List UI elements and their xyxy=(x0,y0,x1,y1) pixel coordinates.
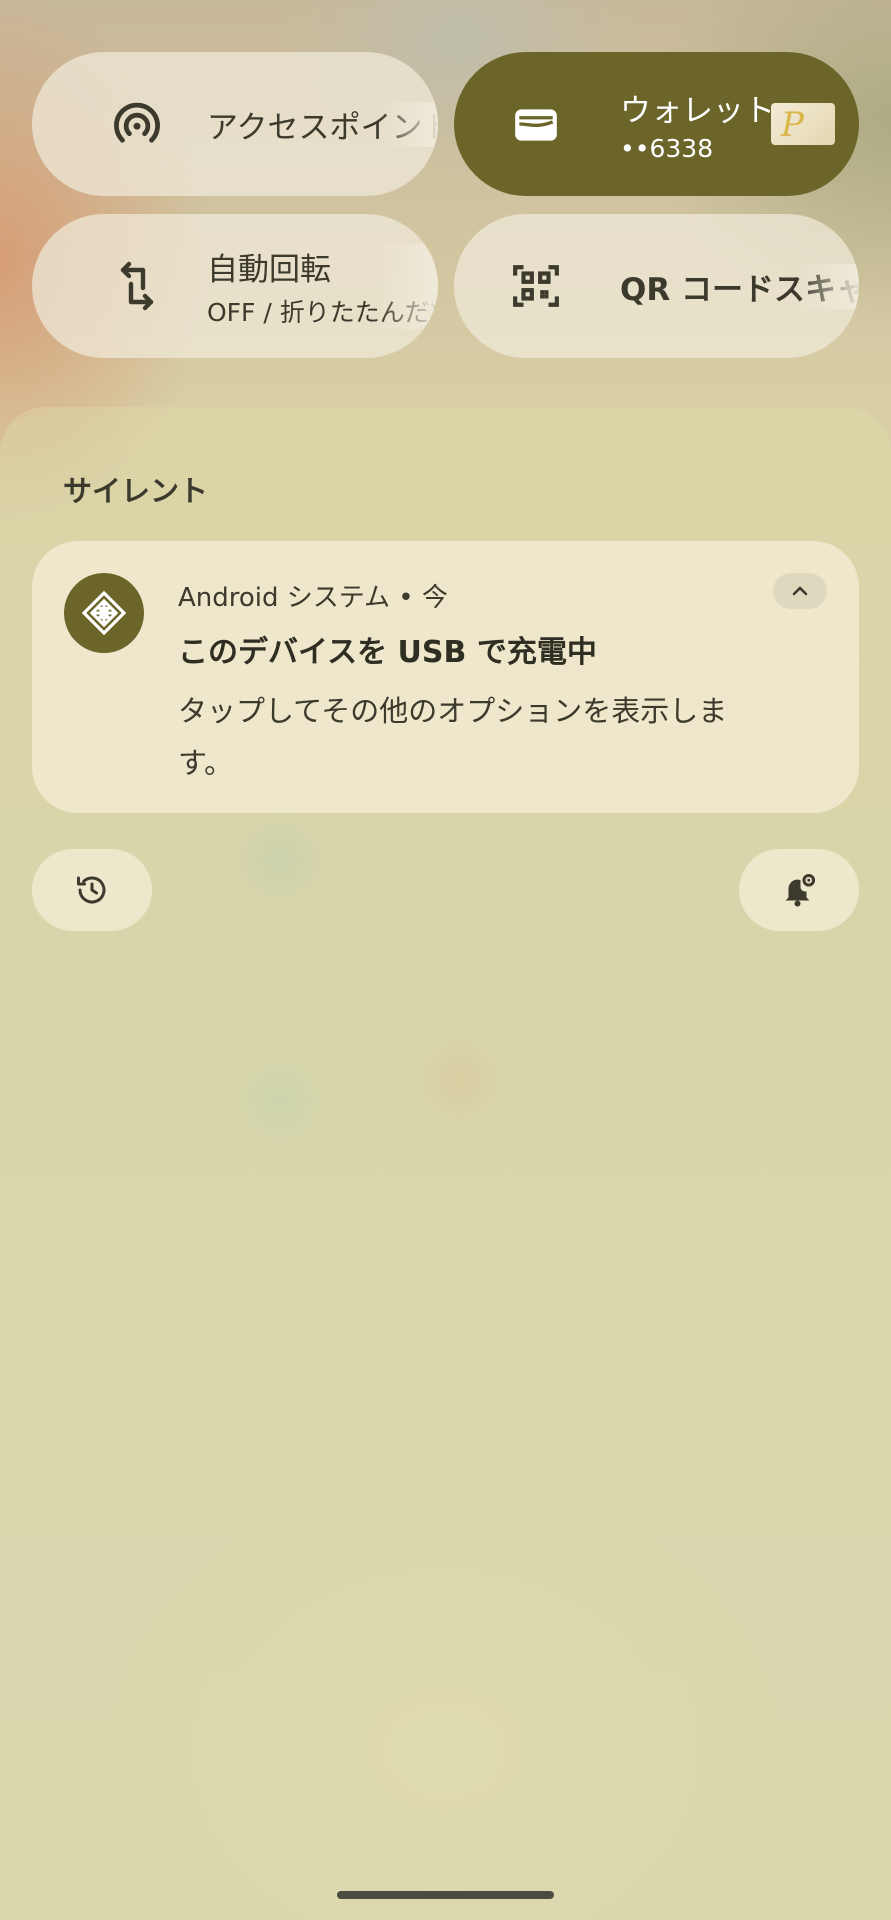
notification-title: このデバイスを USB で充電中 xyxy=(178,635,597,670)
wallet-icon xyxy=(500,88,572,160)
tile-auto-rotate-label: 自動回転 xyxy=(207,251,331,288)
section-title-silent: サイレント xyxy=(63,474,209,508)
notification-body: タップしてその他のオプションを表示します。 xyxy=(178,694,728,780)
notification-history-button[interactable] xyxy=(32,849,152,931)
notification-card[interactable]: Android システム • 今 このデバイスを USB で充電中 タップしてそ… xyxy=(32,541,859,813)
tile-wallet-text: ウォレット ••6338 xyxy=(620,85,771,163)
collapse-button[interactable] xyxy=(773,573,827,609)
tile-hotspot-text: アクセスポイント xyxy=(207,101,438,147)
qr-code-scanner-icon xyxy=(500,250,572,322)
tile-wallet-card-number: ••6338 xyxy=(620,134,714,163)
tile-auto-rotate[interactable]: 自動回転 OFF / 折りたたんだ状 xyxy=(32,214,438,358)
tile-wallet-label: ウォレット xyxy=(620,93,771,129)
tile-wallet[interactable]: ウォレット ••6338 P xyxy=(454,52,859,196)
tile-hotspot[interactable]: アクセスポイント xyxy=(32,52,438,196)
tile-qr-scanner-label: QR コードスキャナー xyxy=(620,271,859,308)
notification-settings-icon xyxy=(785,873,816,907)
tile-auto-rotate-text: 自動回転 OFF / 折りたたんだ状 xyxy=(207,243,438,329)
tile-hotspot-label: アクセスポイント xyxy=(207,109,438,146)
tile-auto-rotate-status: OFF / 折りたたんだ状 xyxy=(207,297,438,327)
home-gesture-bar[interactable] xyxy=(337,1891,554,1899)
tile-qr-scanner-text: QR コードスキャナー xyxy=(620,263,859,309)
hotspot-icon xyxy=(101,88,173,160)
android-system-icon xyxy=(64,573,144,653)
screen-rotation-icon xyxy=(101,250,173,322)
notification-settings-button[interactable] xyxy=(739,849,859,931)
chevron-up-icon xyxy=(792,586,808,596)
notification-header: Android システム • 今 xyxy=(178,583,448,613)
payment-card-thumbnail: P xyxy=(771,103,835,145)
tile-qr-scanner[interactable]: QR コードスキャナー xyxy=(454,214,859,358)
history-icon xyxy=(77,876,106,904)
